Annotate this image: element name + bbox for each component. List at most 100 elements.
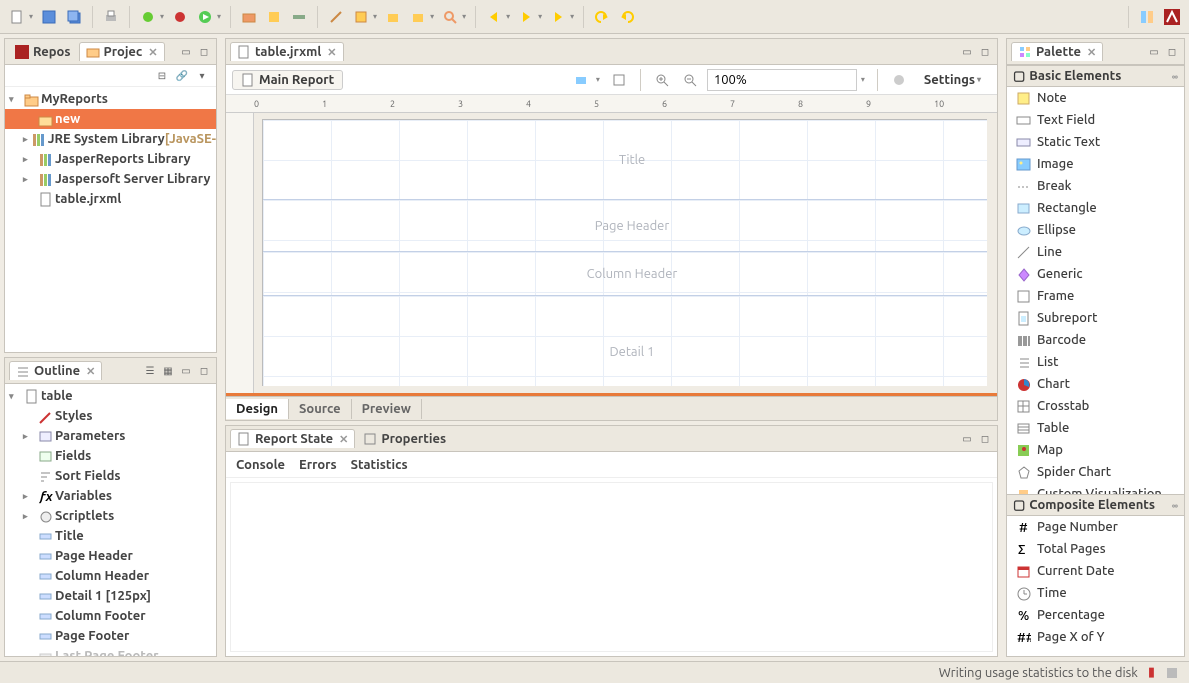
run-icon[interactable] — [194, 6, 216, 28]
nav-back-icon[interactable] — [483, 6, 505, 28]
palette-item[interactable]: Text Field — [1007, 109, 1184, 131]
palette-section-basic[interactable]: ▢Basic Elements ∞ — [1007, 65, 1184, 87]
palette-item[interactable]: Crosstab — [1007, 395, 1184, 417]
maximize-icon[interactable]: ◻ — [977, 45, 993, 59]
maximize-icon[interactable]: ◻ — [196, 45, 212, 59]
tree-row[interactable]: Detail 1 [125px] — [5, 586, 216, 606]
minimize-icon[interactable]: ▭ — [178, 364, 194, 378]
palette-item[interactable]: Current Date — [1007, 560, 1184, 582]
layout-icon[interactable] — [608, 69, 630, 91]
dropdown-arrow-icon[interactable]: ▾ — [430, 12, 436, 21]
tree-row[interactable]: Column Footer — [5, 606, 216, 626]
close-icon[interactable]: ✕ — [327, 46, 336, 59]
palette-item[interactable]: Break — [1007, 175, 1184, 197]
palette-item[interactable]: Table — [1007, 417, 1184, 439]
console-output[interactable] — [230, 482, 993, 652]
tree-mode-icon[interactable]: ☰ — [142, 364, 158, 378]
tree-row[interactable]: Styles — [5, 406, 216, 426]
tab-project[interactable]: Projec ✕ — [79, 42, 165, 61]
minimize-icon[interactable]: ▭ — [959, 45, 975, 59]
palette-item[interactable]: Frame — [1007, 285, 1184, 307]
tree-row[interactable]: Title — [5, 526, 216, 546]
tree-row[interactable]: ▸fxVariables — [5, 486, 216, 506]
save-all-icon[interactable] — [63, 6, 85, 28]
project-tree[interactable]: ▾MyReportsnew▸JRE System Library [JavaSE… — [5, 87, 216, 352]
tree-row[interactable]: table.jrxml — [5, 189, 216, 209]
tree-row[interactable]: Page Header — [5, 546, 216, 566]
perspective-icon[interactable] — [1136, 6, 1158, 28]
palette-item[interactable]: #Page Number — [1007, 516, 1184, 538]
palette-item[interactable]: Image — [1007, 153, 1184, 175]
dataset-icon[interactable] — [570, 69, 592, 91]
subtab-statistics[interactable]: Statistics — [351, 458, 408, 472]
dropdown-arrow-icon[interactable]: ▾ — [462, 12, 468, 21]
zoom-input[interactable] — [707, 69, 857, 91]
link-editor-icon[interactable]: 🔗 — [174, 69, 190, 83]
tree-row[interactable]: new — [5, 109, 216, 129]
maximize-icon[interactable]: ◻ — [196, 364, 212, 378]
subtab-errors[interactable]: Errors — [299, 458, 337, 472]
palette-item[interactable]: ##Page X of Y — [1007, 626, 1184, 648]
undo-icon[interactable] — [591, 6, 613, 28]
dropdown-arrow-icon[interactable]: ▾ — [373, 12, 379, 21]
tree-row[interactable]: Column Header — [5, 566, 216, 586]
tab-preview[interactable]: Preview — [352, 399, 422, 419]
close-icon[interactable]: ✕ — [86, 365, 95, 378]
tree-row[interactable]: ▸JasperReports Library — [5, 149, 216, 169]
maximize-icon[interactable]: ◻ — [1164, 45, 1180, 59]
palette-item[interactable]: Spider Chart — [1007, 461, 1184, 483]
design-canvas[interactable]: 0123456789101 Title Page Header Column H… — [226, 95, 997, 396]
tree-row[interactable]: Last Page Footer — [5, 646, 216, 656]
ext-tool-icon[interactable] — [238, 6, 260, 28]
outline-tree[interactable]: ▾tableStyles▸ParametersFieldsSort Fields… — [5, 384, 216, 656]
band-page-header[interactable]: Page Header — [263, 200, 987, 252]
palette-item[interactable]: Line — [1007, 241, 1184, 263]
subtab-console[interactable]: Console — [236, 458, 285, 472]
paint-icon[interactable] — [263, 6, 285, 28]
search-icon[interactable] — [439, 6, 461, 28]
tree-row[interactable]: Sort Fields — [5, 466, 216, 486]
palette-item[interactable]: Barcode — [1007, 329, 1184, 351]
app-logo-icon[interactable] — [1161, 6, 1183, 28]
tab-repos[interactable]: Repos — [9, 43, 77, 61]
palette-item[interactable]: Chart — [1007, 373, 1184, 395]
dropdown-arrow-icon[interactable]: ▾ — [861, 75, 867, 84]
zoom-in-icon[interactable] — [651, 69, 673, 91]
dropdown-arrow-icon[interactable]: ▾ — [160, 12, 166, 21]
tree-row[interactable]: ▸JRE System Library [JavaSE- — [5, 129, 216, 149]
close-icon[interactable]: ✕ — [148, 46, 157, 59]
close-icon[interactable]: ✕ — [1087, 46, 1096, 59]
tree-row[interactable]: ▸Parameters — [5, 426, 216, 446]
band-title[interactable]: Title — [263, 120, 987, 200]
minimize-icon[interactable]: ▭ — [178, 45, 194, 59]
palette-item[interactable]: Note — [1007, 87, 1184, 109]
palette-item[interactable]: Time — [1007, 582, 1184, 604]
tab-design[interactable]: Design — [226, 399, 289, 419]
wizard-alt2-icon[interactable] — [407, 6, 429, 28]
settings-gear-icon[interactable] — [888, 69, 910, 91]
minimize-icon[interactable]: ▭ — [959, 432, 975, 446]
bug-red-icon[interactable] — [169, 6, 191, 28]
main-report-button[interactable]: Main Report — [232, 70, 343, 90]
dropdown-arrow-icon[interactable]: ▾ — [506, 12, 512, 21]
palette-item[interactable]: %Percentage — [1007, 604, 1184, 626]
maximize-icon[interactable]: ◻ — [977, 432, 993, 446]
dropdown-arrow-icon[interactable]: ▾ — [29, 12, 35, 21]
build-icon[interactable] — [1165, 666, 1179, 680]
palette-item[interactable]: Map — [1007, 439, 1184, 461]
minimize-icon[interactable]: ▭ — [1146, 45, 1162, 59]
tab-source[interactable]: Source — [289, 399, 352, 419]
palette-item[interactable]: List — [1007, 351, 1184, 373]
redo-icon[interactable] — [616, 6, 638, 28]
toggle-icon[interactable] — [288, 6, 310, 28]
palette-section-composite[interactable]: ▢Composite Elements ∞ — [1007, 494, 1184, 516]
wand-icon[interactable] — [325, 6, 347, 28]
wizard-icon[interactable] — [350, 6, 372, 28]
palette-item[interactable]: Custom Visualization — [1007, 483, 1184, 494]
report-page[interactable]: Title Page Header Column Header Detail 1 — [262, 119, 987, 386]
collapse-all-icon[interactable]: ⊟ — [154, 69, 170, 83]
palette-item[interactable]: Subreport — [1007, 307, 1184, 329]
dropdown-arrow-icon[interactable]: ▾ — [570, 12, 576, 21]
tree-row[interactable]: ▾MyReports — [5, 89, 216, 109]
new-file-icon[interactable] — [6, 6, 28, 28]
